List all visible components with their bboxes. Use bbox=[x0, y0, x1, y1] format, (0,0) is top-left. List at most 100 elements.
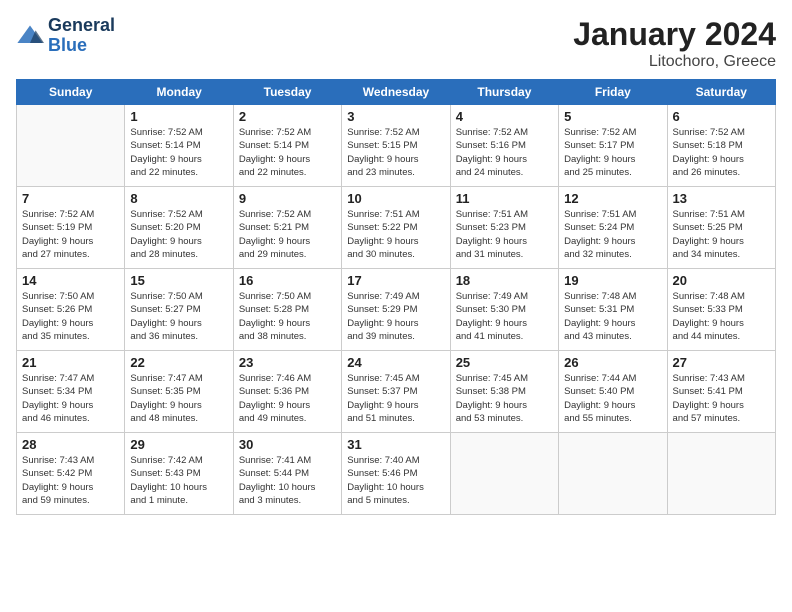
calendar-cell bbox=[450, 433, 558, 515]
cell-content: Sunrise: 7:41 AM Sunset: 5:44 PM Dayligh… bbox=[239, 454, 336, 507]
calendar-cell: 22Sunrise: 7:47 AM Sunset: 5:35 PM Dayli… bbox=[125, 351, 233, 433]
main-title: January 2024 bbox=[573, 16, 776, 53]
cell-content: Sunrise: 7:50 AM Sunset: 5:26 PM Dayligh… bbox=[22, 290, 119, 343]
date-number: 31 bbox=[347, 437, 444, 452]
calendar-cell: 10 Sunrise: 7:51 AM Sunset: 5:22 PM Dayli… bbox=[342, 187, 450, 269]
logo: General Blue bbox=[16, 16, 115, 56]
date-number: 14 bbox=[22, 273, 119, 288]
calendar-cell: 8 Sunrise: 7:52 AM Sunset: 5:20 PM Daylig… bbox=[125, 187, 233, 269]
cell-content: Sunrise: 7:45 AM Sunset: 5:37 PM Dayligh… bbox=[347, 372, 444, 425]
date-number: 10 bbox=[347, 191, 444, 206]
cell-content: Sunrise: 7:44 AM Sunset: 5:40 PM Dayligh… bbox=[564, 372, 661, 425]
calendar-cell: 29Sunrise: 7:42 AM Sunset: 5:43 PM Dayli… bbox=[125, 433, 233, 515]
date-number: 6 bbox=[673, 109, 770, 124]
calendar-cell: 14 Sunrise: 7:50 AM Sunset: 5:26 PM Dayli… bbox=[17, 269, 125, 351]
date-number: 23 bbox=[239, 355, 336, 370]
cell-content: Sunrise: 7:49 AM Sunset: 5:30 PM Dayligh… bbox=[456, 290, 553, 343]
calendar-cell bbox=[667, 433, 775, 515]
cell-content: Sunrise: 7:51 AM Sunset: 5:22 PM Dayligh… bbox=[347, 208, 444, 261]
day-header-monday: Monday bbox=[125, 80, 233, 105]
calendar-cell: 19 Sunrise: 7:48 AM Sunset: 5:31 PM Dayli… bbox=[559, 269, 667, 351]
week-row-4: 21Sunrise: 7:47 AM Sunset: 5:34 PM Dayli… bbox=[17, 351, 776, 433]
week-row-2: 7 Sunrise: 7:52 AM Sunset: 5:19 PM Daylig… bbox=[17, 187, 776, 269]
cell-content: Sunrise: 7:47 AM Sunset: 5:34 PM Dayligh… bbox=[22, 372, 119, 425]
cell-content: Sunrise: 7:48 AM Sunset: 5:33 PM Dayligh… bbox=[673, 290, 770, 343]
date-number: 3 bbox=[347, 109, 444, 124]
calendar-cell: 17Sunrise: 7:49 AM Sunset: 5:29 PM Dayli… bbox=[342, 269, 450, 351]
calendar-cell: 24 Sunrise: 7:45 AM Sunset: 5:37 PM Dayli… bbox=[342, 351, 450, 433]
day-header-tuesday: Tuesday bbox=[233, 80, 341, 105]
calendar-cell: 31 Sunrise: 7:40 AM Sunset: 5:46 PM Dayli… bbox=[342, 433, 450, 515]
cell-content: Sunrise: 7:51 AM Sunset: 5:25 PM Dayligh… bbox=[673, 208, 770, 261]
day-header-saturday: Saturday bbox=[667, 80, 775, 105]
calendar-cell: 21Sunrise: 7:47 AM Sunset: 5:34 PM Dayli… bbox=[17, 351, 125, 433]
page-container: General Blue January 2024 Litochoro, Gre… bbox=[0, 0, 792, 523]
date-number: 16 bbox=[239, 273, 336, 288]
cell-content: Sunrise: 7:43 AM Sunset: 5:41 PM Dayligh… bbox=[673, 372, 770, 425]
date-number: 15 bbox=[130, 273, 227, 288]
cell-content: Sunrise: 7:49 AM Sunset: 5:29 PM Dayligh… bbox=[347, 290, 444, 343]
calendar-cell: 6Sunrise: 7:52 AM Sunset: 5:18 PM Daylig… bbox=[667, 105, 775, 187]
calendar-table: SundayMondayTuesdayWednesdayThursdayFrid… bbox=[16, 79, 776, 515]
day-header-sunday: Sunday bbox=[17, 80, 125, 105]
calendar-cell: 5Sunrise: 7:52 AM Sunset: 5:17 PM Daylig… bbox=[559, 105, 667, 187]
calendar-cell bbox=[559, 433, 667, 515]
calendar-cell: 11Sunrise: 7:51 AM Sunset: 5:23 PM Dayli… bbox=[450, 187, 558, 269]
date-number: 24 bbox=[347, 355, 444, 370]
calendar-cell bbox=[17, 105, 125, 187]
cell-content: Sunrise: 7:52 AM Sunset: 5:14 PM Dayligh… bbox=[130, 126, 227, 179]
day-header-thursday: Thursday bbox=[450, 80, 558, 105]
cell-content: Sunrise: 7:48 AM Sunset: 5:31 PM Dayligh… bbox=[564, 290, 661, 343]
cell-content: Sunrise: 7:51 AM Sunset: 5:24 PM Dayligh… bbox=[564, 208, 661, 261]
cell-content: Sunrise: 7:52 AM Sunset: 5:21 PM Dayligh… bbox=[239, 208, 336, 261]
calendar-cell: 1 Sunrise: 7:52 AM Sunset: 5:14 PM Daylig… bbox=[125, 105, 233, 187]
cell-content: Sunrise: 7:52 AM Sunset: 5:15 PM Dayligh… bbox=[347, 126, 444, 179]
date-number: 19 bbox=[564, 273, 661, 288]
cell-content: Sunrise: 7:46 AM Sunset: 5:36 PM Dayligh… bbox=[239, 372, 336, 425]
date-number: 9 bbox=[239, 191, 336, 206]
week-row-5: 28 Sunrise: 7:43 AM Sunset: 5:42 PM Dayli… bbox=[17, 433, 776, 515]
cell-content: Sunrise: 7:43 AM Sunset: 5:42 PM Dayligh… bbox=[22, 454, 119, 507]
cell-content: Sunrise: 7:52 AM Sunset: 5:14 PM Dayligh… bbox=[239, 126, 336, 179]
calendar-cell: 2Sunrise: 7:52 AM Sunset: 5:14 PM Daylig… bbox=[233, 105, 341, 187]
date-number: 27 bbox=[673, 355, 770, 370]
cell-content: Sunrise: 7:40 AM Sunset: 5:46 PM Dayligh… bbox=[347, 454, 444, 507]
calendar-cell: 12Sunrise: 7:51 AM Sunset: 5:24 PM Dayli… bbox=[559, 187, 667, 269]
logo-icon bbox=[16, 22, 44, 50]
cell-content: Sunrise: 7:50 AM Sunset: 5:28 PM Dayligh… bbox=[239, 290, 336, 343]
header-row-days: SundayMondayTuesdayWednesdayThursdayFrid… bbox=[17, 80, 776, 105]
date-number: 18 bbox=[456, 273, 553, 288]
logo-text: General Blue bbox=[48, 16, 115, 56]
title-block: January 2024 Litochoro, Greece bbox=[573, 16, 776, 71]
calendar-cell: 13 Sunrise: 7:51 AM Sunset: 5:25 PM Dayli… bbox=[667, 187, 775, 269]
date-number: 4 bbox=[456, 109, 553, 124]
date-number: 7 bbox=[22, 191, 119, 206]
logo-blue: Blue bbox=[48, 36, 115, 56]
cell-content: Sunrise: 7:50 AM Sunset: 5:27 PM Dayligh… bbox=[130, 290, 227, 343]
cell-content: Sunrise: 7:42 AM Sunset: 5:43 PM Dayligh… bbox=[130, 454, 227, 507]
logo-general: General bbox=[48, 16, 115, 36]
calendar-cell: 27 Sunrise: 7:43 AM Sunset: 5:41 PM Dayli… bbox=[667, 351, 775, 433]
date-number: 26 bbox=[564, 355, 661, 370]
calendar-cell: 26 Sunrise: 7:44 AM Sunset: 5:40 PM Dayli… bbox=[559, 351, 667, 433]
day-header-wednesday: Wednesday bbox=[342, 80, 450, 105]
calendar-cell: 9 Sunrise: 7:52 AM Sunset: 5:21 PM Daylig… bbox=[233, 187, 341, 269]
cell-content: Sunrise: 7:52 AM Sunset: 5:20 PM Dayligh… bbox=[130, 208, 227, 261]
date-number: 8 bbox=[130, 191, 227, 206]
date-number: 1 bbox=[130, 109, 227, 124]
calendar-cell: 7 Sunrise: 7:52 AM Sunset: 5:19 PM Daylig… bbox=[17, 187, 125, 269]
date-number: 22 bbox=[130, 355, 227, 370]
header-row: General Blue January 2024 Litochoro, Gre… bbox=[16, 16, 776, 71]
week-row-1: 1 Sunrise: 7:52 AM Sunset: 5:14 PM Daylig… bbox=[17, 105, 776, 187]
calendar-cell: 23 Sunrise: 7:46 AM Sunset: 5:36 PM Dayli… bbox=[233, 351, 341, 433]
date-number: 13 bbox=[673, 191, 770, 206]
cell-content: Sunrise: 7:52 AM Sunset: 5:16 PM Dayligh… bbox=[456, 126, 553, 179]
date-number: 5 bbox=[564, 109, 661, 124]
calendar-cell: 20Sunrise: 7:48 AM Sunset: 5:33 PM Dayli… bbox=[667, 269, 775, 351]
cell-content: Sunrise: 7:52 AM Sunset: 5:19 PM Dayligh… bbox=[22, 208, 119, 261]
calendar-cell: 16 Sunrise: 7:50 AM Sunset: 5:28 PM Dayli… bbox=[233, 269, 341, 351]
calendar-cell: 18 Sunrise: 7:49 AM Sunset: 5:30 PM Dayli… bbox=[450, 269, 558, 351]
date-number: 28 bbox=[22, 437, 119, 452]
cell-content: Sunrise: 7:45 AM Sunset: 5:38 PM Dayligh… bbox=[456, 372, 553, 425]
week-row-3: 14 Sunrise: 7:50 AM Sunset: 5:26 PM Dayli… bbox=[17, 269, 776, 351]
